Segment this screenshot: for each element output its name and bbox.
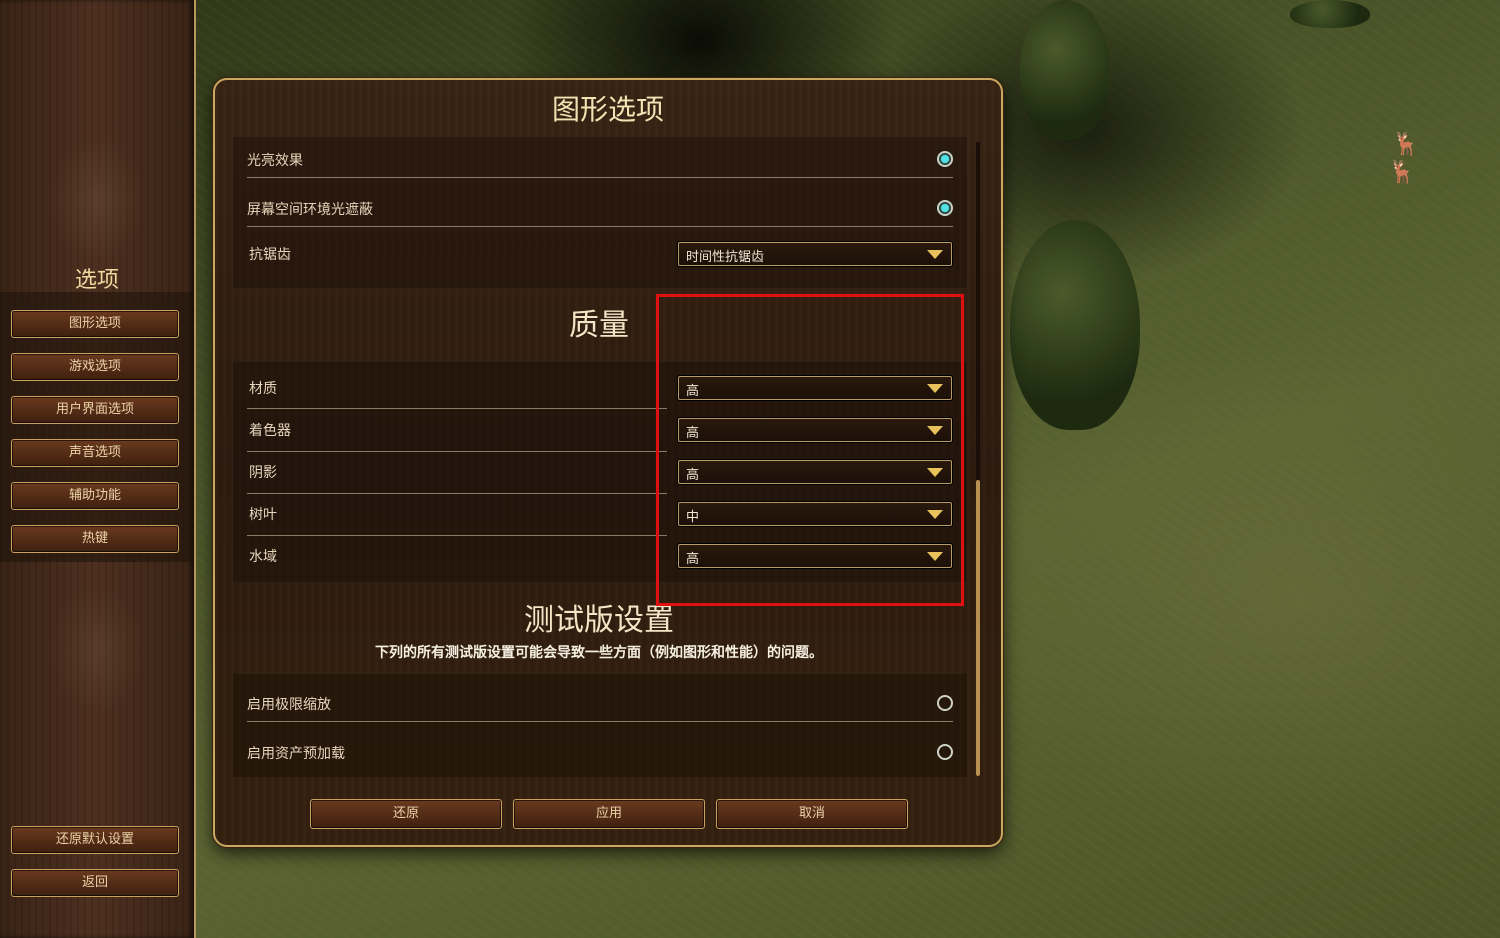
back-button[interactable]: 返回 xyxy=(11,869,179,897)
chevron-down-icon xyxy=(927,384,943,393)
tree xyxy=(1290,0,1370,28)
sidebar-item-graphics[interactable]: 图形选项 xyxy=(11,310,179,338)
extreme-zoom-toggle[interactable] xyxy=(937,695,953,711)
dropdown-value: 高 xyxy=(686,552,700,567)
setting-row-water: 水域 高 xyxy=(247,531,953,578)
quality-group: 材质 高 着色器 高 阴影 高 树叶 中 水域 高 xyxy=(232,361,968,583)
textures-dropdown[interactable]: 高 xyxy=(678,376,952,400)
sidebar-item-ui[interactable]: 用户界面选项 xyxy=(11,396,179,424)
setting-label: 树叶 xyxy=(249,507,277,523)
setting-row-ssao: 屏幕空间环境光遮蔽 xyxy=(247,179,953,227)
setting-row-textures: 材质 高 xyxy=(247,362,953,409)
beta-warning: 下列的所有测试版设置可能会导致一些方面（例如图形和性能）的问题。 xyxy=(375,645,823,661)
setting-label: 启用极限缩放 xyxy=(247,697,331,713)
antialiasing-dropdown[interactable]: 时间性抗锯齿 xyxy=(678,242,952,266)
setting-label: 抗锯齿 xyxy=(249,247,291,263)
sidebar-title: 选项 xyxy=(74,268,119,293)
cancel-button[interactable]: 取消 xyxy=(716,799,908,829)
ssao-toggle[interactable] xyxy=(937,200,953,216)
sidebar-item-sound[interactable]: 声音选项 xyxy=(11,439,179,467)
shadows-dropdown[interactable]: 高 xyxy=(678,460,952,484)
setting-row-asset-preload: 启用资产预加载 xyxy=(247,723,953,771)
setting-label: 启用资产预加载 xyxy=(247,746,345,762)
setting-row-shaders: 着色器 高 xyxy=(247,405,953,452)
setting-label: 屏幕空间环境光遮蔽 xyxy=(247,202,373,218)
settings-scroll-area[interactable]: 光亮效果 屏幕空间环境光遮蔽 抗锯齿 时间性抗锯齿 质量 材质 高 着色器 高 … xyxy=(232,137,968,777)
restore-defaults-button[interactable]: 还原默认设置 xyxy=(11,826,179,854)
dropdown-value: 时间性抗锯齿 xyxy=(686,250,765,265)
chevron-down-icon xyxy=(927,468,943,477)
chevron-down-icon xyxy=(927,552,943,561)
settings-scrollbar[interactable] xyxy=(976,142,980,776)
sidebar-item-hotkeys[interactable]: 热键 xyxy=(11,525,179,553)
chevron-down-icon xyxy=(927,250,943,259)
setting-row-extreme-zoom: 启用极限缩放 xyxy=(247,674,953,722)
beta-group: 启用极限缩放 启用资产预加载 xyxy=(232,673,968,777)
deer-icon: 🦌 xyxy=(1388,160,1416,185)
graphics-options-dialog: 图形选项 光亮效果 屏幕空间环境光遮蔽 抗锯齿 时间性抗锯齿 质量 材质 高 着… xyxy=(213,78,1003,847)
chevron-down-icon xyxy=(927,510,943,519)
tree xyxy=(1010,220,1140,430)
setting-label: 着色器 xyxy=(249,423,291,439)
row-divider xyxy=(247,721,953,722)
setting-label: 光亮效果 xyxy=(247,153,303,169)
water-dropdown[interactable]: 高 xyxy=(678,544,952,568)
options-sidebar: 选项 图形选项 游戏选项 用户界面选项 声音选项 辅助功能 热键 还原默认设置 … xyxy=(0,0,196,938)
setting-row-bloom: 光亮效果 xyxy=(247,137,953,178)
row-divider xyxy=(247,177,953,178)
asset-preload-toggle[interactable] xyxy=(937,744,953,760)
dropdown-value: 中 xyxy=(686,510,700,525)
dropdown-value: 高 xyxy=(686,468,700,483)
dialog-title: 图形选项 xyxy=(551,93,664,126)
chevron-down-icon xyxy=(927,426,943,435)
quality-heading: 质量 xyxy=(569,308,629,343)
scrollbar-thumb[interactable] xyxy=(976,480,980,776)
shaders-dropdown[interactable]: 高 xyxy=(678,418,952,442)
setting-label: 水域 xyxy=(249,549,277,565)
setting-row-shadows: 阴影 高 xyxy=(247,447,953,494)
sidebar-item-accessibility[interactable]: 辅助功能 xyxy=(11,482,179,510)
dropdown-value: 高 xyxy=(686,426,700,441)
apply-button[interactable]: 应用 xyxy=(513,799,705,829)
setting-label: 材质 xyxy=(249,381,277,397)
sidebar-item-game[interactable]: 游戏选项 xyxy=(11,353,179,381)
tree xyxy=(1020,0,1110,140)
beta-heading: 测试版设置 xyxy=(524,603,674,638)
setting-row-antialiasing: 抗锯齿 时间性抗锯齿 xyxy=(247,224,953,272)
effects-group: 光亮效果 屏幕空间环境光遮蔽 抗锯齿 时间性抗锯齿 xyxy=(232,137,968,289)
deer-icon: 🦌 xyxy=(1392,132,1420,157)
dropdown-value: 高 xyxy=(686,384,700,399)
revert-button[interactable]: 还原 xyxy=(310,799,502,829)
setting-label: 阴影 xyxy=(249,465,277,481)
setting-row-foliage: 树叶 中 xyxy=(247,489,953,536)
bloom-toggle[interactable] xyxy=(937,151,953,167)
foliage-dropdown[interactable]: 中 xyxy=(678,502,952,526)
